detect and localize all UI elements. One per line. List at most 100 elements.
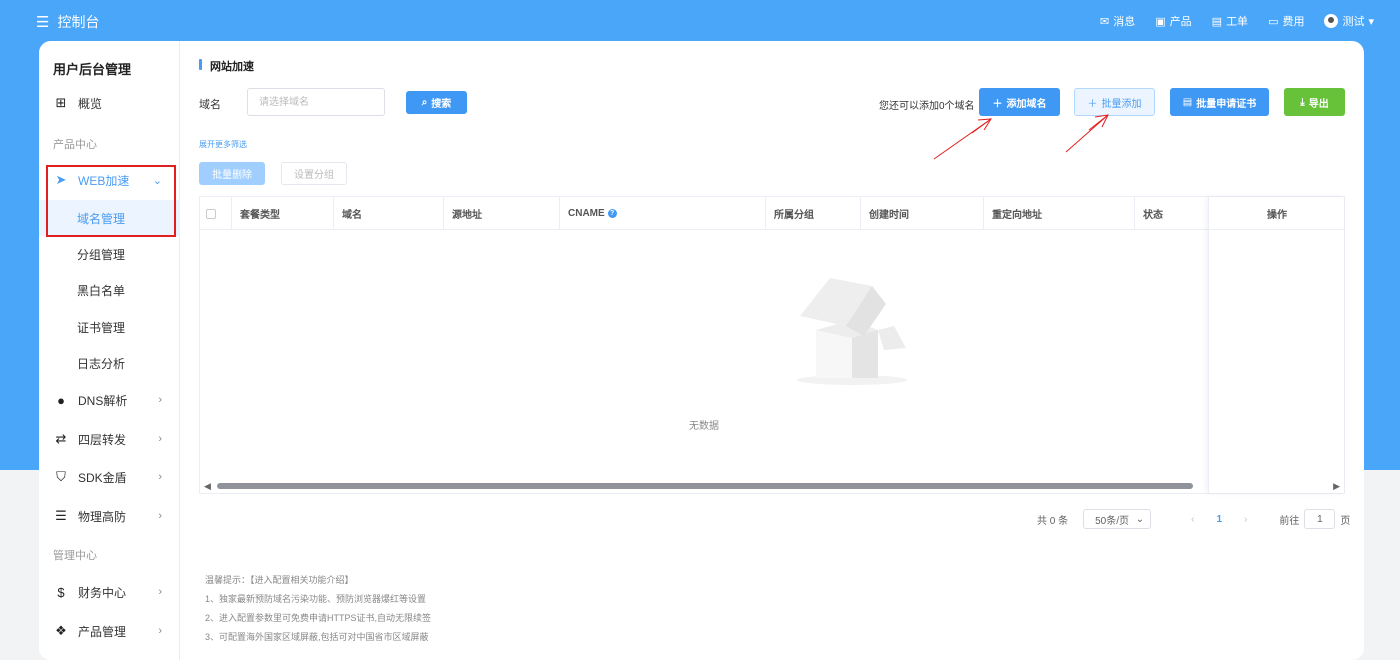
download-icon: ⤓ bbox=[1300, 96, 1305, 108]
caret-down-icon: ▾ bbox=[1368, 15, 1374, 28]
sidebar-item-sdk[interactable]: ⛉ SDK金盾 › bbox=[39, 459, 180, 495]
sidebar-sub-blackwhite-list[interactable]: 黑白名单 bbox=[39, 272, 180, 308]
shield-icon: ⛉ bbox=[56, 469, 66, 484]
sidebar-item-physical[interactable]: ☰ 物理高防 › bbox=[39, 498, 180, 534]
nav-billing[interactable]: ▭ 费用 bbox=[1268, 13, 1304, 29]
col-domain[interactable]: 域名 bbox=[334, 197, 444, 230]
sidebar-item-label: 财务中心 bbox=[78, 585, 127, 600]
plus-icon: ＋ bbox=[992, 98, 1003, 110]
chevron-right-icon: › bbox=[158, 394, 162, 406]
tip-item: 3、可配置海外国家区域屏蔽,包括可对中国省市区域屏蔽 bbox=[205, 632, 429, 642]
bulk-delete-button[interactable]: 批量删除 bbox=[199, 162, 265, 185]
nav-tickets[interactable]: ▤ 工单 bbox=[1212, 13, 1248, 29]
col-plan-type[interactable]: 套餐类型 bbox=[232, 197, 334, 230]
prev-page-button[interactable]: ‹ bbox=[1177, 514, 1208, 525]
user-name: 测试 bbox=[1342, 16, 1365, 28]
page-title: 网站加速 bbox=[199, 58, 254, 74]
page-unit-label: 页 bbox=[1340, 515, 1351, 527]
sidebar-sub-log-analysis[interactable]: 日志分析 bbox=[39, 345, 180, 381]
tip-item: 1、独家最新预防域名污染功能、预防浏览器爆红等设置 bbox=[205, 594, 427, 604]
nav-tickets-label: 工单 bbox=[1226, 16, 1249, 28]
chevron-right-icon: › bbox=[158, 625, 162, 637]
col-cname[interactable]: CNAME ? bbox=[560, 197, 766, 230]
bulk-cert-label: 批量申请证书 bbox=[1196, 98, 1257, 110]
scroll-right-icon[interactable]: ▶ bbox=[1333, 481, 1340, 492]
sidebar-title: 用户后台管理 bbox=[53, 62, 132, 77]
bulk-add-button[interactable]: ＋ 批量添加 bbox=[1074, 88, 1155, 116]
nav-products[interactable]: ▣ 产品 bbox=[1155, 13, 1191, 29]
col-redirect[interactable]: 重定向地址 bbox=[984, 197, 1135, 230]
select-all-checkbox[interactable] bbox=[206, 208, 216, 219]
col-created[interactable]: 创建时间 bbox=[861, 197, 984, 230]
avatar bbox=[1324, 14, 1339, 28]
table-header: 套餐类型 域名 源地址 CNAME ? 所属分组 创建时间 重定向地址 状态 bbox=[200, 197, 1344, 230]
search-button-label: 搜索 bbox=[431, 99, 452, 110]
add-domain-label: 添加域名 bbox=[1006, 98, 1047, 110]
brand[interactable]: ☰ 控制台 bbox=[36, 12, 99, 32]
search-button[interactable]: ⌕ 搜索 bbox=[406, 91, 467, 114]
plus-icon: ＋ bbox=[1087, 98, 1098, 110]
annotation-highlight-box bbox=[46, 165, 176, 237]
tip-item: 2、进入配置参数里可免费申请HTTPS证书,自动无限续签 bbox=[205, 613, 432, 623]
col-operation: 操作 bbox=[1209, 197, 1345, 230]
horizontal-scrollbar[interactable]: ◀ ▶ bbox=[200, 479, 1344, 493]
top-nav: ✉ 消息 ▣ 产品 ▤ 工单 ▭ 费用 测试 ▾ bbox=[1100, 13, 1374, 29]
scrollbar-thumb[interactable] bbox=[217, 483, 1193, 489]
sidebar-item-finance[interactable]: $ 财务中心 › bbox=[39, 574, 180, 610]
add-domain-button[interactable]: ＋ 添加域名 bbox=[979, 88, 1060, 116]
next-page-button[interactable]: › bbox=[1230, 514, 1261, 525]
domain-filter-label: 域名 bbox=[199, 99, 221, 111]
bulk-add-label: 批量添加 bbox=[1101, 98, 1142, 110]
menu-icon[interactable]: ☰ bbox=[36, 15, 49, 30]
help-icon[interactable]: ? bbox=[607, 209, 617, 218]
domain-select[interactable] bbox=[247, 88, 385, 116]
folder-icon: ▭ bbox=[1268, 15, 1279, 28]
top-bar: ☰ 控制台 ✉ 消息 ▣ 产品 ▤ 工单 ▭ 费用 测试 ▾ bbox=[0, 0, 1400, 41]
expand-filters-link[interactable]: 展开更多筛选 bbox=[199, 139, 247, 150]
sidebar-item-overview[interactable]: ⊞ 概览 bbox=[39, 85, 180, 121]
pagination: 共 0 条 50条/页 ⌄ ‹ 1 › 前往 页 bbox=[1037, 509, 1350, 529]
sidebar-sub-group-mgmt[interactable]: 分组管理 bbox=[39, 236, 180, 272]
globe-icon: ● bbox=[57, 392, 65, 408]
col-group[interactable]: 所属分组 bbox=[766, 197, 861, 230]
chevron-right-icon: › bbox=[158, 471, 162, 483]
export-button[interactable]: ⤓ 导出 bbox=[1284, 88, 1345, 116]
app-title: 控制台 bbox=[57, 14, 100, 30]
nav-messages[interactable]: ✉ 消息 bbox=[1100, 13, 1135, 29]
pagination-total: 共 0 条 bbox=[1037, 515, 1069, 527]
content-card: 用户后台管理 ⊞ 概览 产品中心 ➤ WEB加速 ⌄ 域名管理 分组管理 黑白名… bbox=[39, 41, 1364, 660]
sidebar-item-product-mgmt[interactable]: ❖ 产品管理 › bbox=[39, 613, 180, 649]
col-cname-label: CNAME bbox=[568, 208, 605, 219]
mail-icon: ✉ bbox=[1100, 15, 1110, 28]
server-icon: ☰ bbox=[55, 508, 67, 523]
sidebar-item-label: 产品管理 bbox=[78, 624, 127, 639]
sidebar-sub-cert-mgmt[interactable]: 证书管理 bbox=[39, 309, 180, 345]
sidebar-item-label: SDK金盾 bbox=[78, 470, 127, 485]
sidebar: 用户后台管理 ⊞ 概览 产品中心 ➤ WEB加速 ⌄ 域名管理 分组管理 黑白名… bbox=[39, 41, 180, 660]
page-number[interactable]: 1 bbox=[1208, 514, 1230, 525]
page-size-select[interactable]: 50条/页 ⌄ bbox=[1083, 509, 1152, 529]
repeat-icon: ⇄ bbox=[55, 431, 67, 446]
chevron-right-icon: › bbox=[158, 433, 162, 445]
goto-page-input[interactable] bbox=[1304, 509, 1336, 529]
chevron-right-icon: › bbox=[158, 586, 162, 598]
sidebar-item-dns[interactable]: ● DNS解析 › bbox=[39, 382, 180, 418]
main-content: 网站加速 域名 ⌕ 搜索 您还可以添加0个域名 ＋ 添加域名 ＋ 批量添加 ▤ … bbox=[199, 41, 1364, 660]
domain-table: 套餐类型 域名 源地址 CNAME ? 所属分组 创建时间 重定向地址 状态 无… bbox=[199, 196, 1345, 494]
sidebar-item-l4[interactable]: ⇄ 四层转发 › bbox=[39, 421, 180, 457]
user-menu[interactable]: 测试 ▾ bbox=[1324, 13, 1374, 29]
col-status[interactable]: 状态 bbox=[1135, 197, 1208, 230]
scroll-left-icon[interactable]: ◀ bbox=[204, 481, 211, 492]
export-label: 导出 bbox=[1308, 98, 1329, 110]
bulk-cert-button[interactable]: ▤ 批量申请证书 bbox=[1170, 88, 1269, 116]
set-group-button[interactable]: 设置分组 bbox=[281, 162, 347, 185]
empty-box-icon bbox=[797, 278, 907, 385]
operation-column: 操作 bbox=[1208, 197, 1345, 493]
chevron-right-icon: › bbox=[158, 510, 162, 522]
col-origin[interactable]: 源地址 bbox=[444, 197, 560, 230]
sidebar-item-label: 四层转发 bbox=[78, 432, 127, 447]
dollar-circle-icon: $ bbox=[57, 584, 65, 600]
chevron-down-icon: ⌄ bbox=[1135, 513, 1145, 525]
sidebar-item-label: DNS解析 bbox=[78, 393, 128, 408]
select-all-cell bbox=[200, 197, 232, 230]
